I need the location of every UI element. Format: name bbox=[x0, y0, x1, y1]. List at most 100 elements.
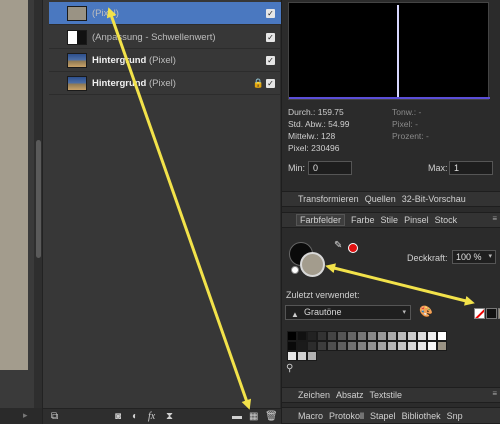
color-swatch[interactable] bbox=[367, 341, 377, 351]
tab-snp[interactable]: Snp bbox=[447, 411, 463, 421]
color-swatch[interactable] bbox=[437, 331, 447, 341]
color-swatch[interactable] bbox=[347, 341, 357, 351]
color-swatch[interactable] bbox=[307, 341, 317, 351]
color-swatch[interactable] bbox=[377, 341, 387, 351]
tab-stapel[interactable]: Stapel bbox=[370, 411, 396, 421]
color-swatch[interactable] bbox=[437, 341, 447, 351]
tab-absatz[interactable]: Absatz bbox=[336, 390, 364, 400]
palette-icon[interactable]: 🎨 bbox=[419, 305, 433, 318]
color-swatch[interactable] bbox=[297, 351, 307, 361]
color-swatch[interactable] bbox=[297, 331, 307, 341]
tab-32bit-vorschau[interactable]: 32-Bit-Vorschau bbox=[402, 194, 466, 204]
layer-visibility-checkbox[interactable]: ✓ bbox=[266, 32, 275, 42]
color-swatch[interactable] bbox=[317, 331, 327, 341]
color-swatch[interactable] bbox=[417, 331, 427, 341]
tab-stile[interactable]: Stile bbox=[381, 215, 399, 225]
canvas-scroll-thumb[interactable] bbox=[36, 140, 41, 258]
canvas-area[interactable]: ▸ bbox=[0, 0, 42, 424]
layer-settings-icon[interactable]: ⧉ bbox=[51, 411, 58, 423]
tab-stock[interactable]: Stock bbox=[435, 215, 458, 225]
color-swatch[interactable] bbox=[377, 331, 387, 341]
folder-icon[interactable]: ▬ bbox=[232, 411, 242, 423]
panel-menu-icon[interactable]: ≡ bbox=[492, 389, 497, 398]
lock-icon[interactable]: 🔒 bbox=[253, 78, 264, 89]
recent-colors-label: Zuletzt verwendet: bbox=[286, 290, 360, 300]
color-swatch[interactable] bbox=[297, 341, 307, 351]
fx-icon[interactable]: fx bbox=[148, 411, 155, 423]
layer-visibility-checkbox[interactable]: ✓ bbox=[266, 55, 275, 65]
color-swatch[interactable] bbox=[397, 331, 407, 341]
stat-median: Mittelw.: 128 bbox=[288, 131, 336, 141]
color-swatch[interactable] bbox=[417, 341, 427, 351]
layer-visibility-checkbox[interactable]: ✓ bbox=[266, 78, 275, 88]
color-swatch[interactable] bbox=[337, 341, 347, 351]
tab-bibliothek[interactable]: Bibliothek bbox=[402, 411, 441, 421]
histogram-spike bbox=[397, 5, 399, 99]
color-swatch[interactable] bbox=[357, 331, 367, 341]
live-filter-icon[interactable]: ⧗ bbox=[166, 411, 173, 423]
layer-visibility-checkbox[interactable]: ✓ bbox=[266, 8, 275, 18]
color-swatch[interactable] bbox=[327, 341, 337, 351]
color-swatch[interactable] bbox=[347, 331, 357, 341]
color-swatch[interactable] bbox=[327, 331, 337, 341]
adjustment-icon[interactable]: ◐ bbox=[132, 411, 138, 423]
tab-pinsel[interactable]: Pinsel bbox=[404, 215, 429, 225]
canvas-image[interactable] bbox=[0, 0, 28, 370]
color-swatch[interactable] bbox=[387, 331, 397, 341]
color-swatch[interactable] bbox=[427, 341, 437, 351]
mask-icon[interactable]: ◙ bbox=[115, 411, 121, 423]
color-swatch[interactable] bbox=[387, 341, 397, 351]
max-input[interactable]: 1 bbox=[449, 161, 493, 175]
recent-swatch-none[interactable] bbox=[474, 308, 485, 319]
color-swatch[interactable] bbox=[307, 351, 317, 361]
color-swatch[interactable] bbox=[337, 331, 347, 341]
stat-mean: Durch.: 159.75 bbox=[288, 107, 344, 117]
palette-select[interactable]: ▲ Grautöne ▾ bbox=[285, 305, 411, 320]
pipette-color-swatch[interactable] bbox=[348, 243, 358, 253]
zoom-icon[interactable]: ⚲ bbox=[286, 363, 293, 374]
canvas-horizontal-scrollbar[interactable] bbox=[0, 408, 42, 424]
color-swatch[interactable] bbox=[357, 341, 367, 351]
layer-row[interactable]: Hintergrund (Pixel) ✓ bbox=[49, 49, 281, 72]
color-swatch[interactable] bbox=[307, 331, 317, 341]
panel-menu-icon[interactable]: ≡ bbox=[492, 214, 497, 223]
tab-transformieren[interactable]: Transformieren bbox=[298, 194, 359, 204]
opacity-field[interactable]: 100 % ▾ bbox=[452, 250, 496, 264]
tab-protokoll[interactable]: Protokoll bbox=[329, 411, 364, 421]
layer-thumbnail[interactable] bbox=[67, 75, 87, 91]
add-layer-icon[interactable]: ▦ bbox=[249, 411, 258, 423]
min-input[interactable]: 0 bbox=[308, 161, 352, 175]
tab-textstile[interactable]: Textstile bbox=[370, 390, 403, 400]
layer-name[interactable]: Hintergrund (Pixel) bbox=[92, 78, 176, 89]
chevron-down-icon[interactable]: ▾ bbox=[488, 251, 492, 263]
color-swatch[interactable] bbox=[407, 341, 417, 351]
scroll-right-icon[interactable]: ▸ bbox=[23, 410, 28, 421]
layer-thumbnail[interactable] bbox=[67, 5, 87, 21]
tab-macro[interactable]: Macro bbox=[298, 411, 323, 421]
layer-row[interactable]: Hintergrund (Pixel) 🔒 ✓ bbox=[49, 72, 281, 95]
color-swatch[interactable] bbox=[427, 331, 437, 341]
stroke-color-well[interactable] bbox=[300, 252, 325, 277]
layer-name[interactable]: Hintergrund (Pixel) bbox=[92, 55, 176, 66]
color-swatch[interactable] bbox=[367, 331, 377, 341]
layer-row[interactable]: (Pixel) ✓ bbox=[49, 2, 281, 25]
color-swatch[interactable] bbox=[287, 341, 297, 351]
pipette-icon[interactable]: ✎ bbox=[334, 240, 342, 251]
color-swatch[interactable] bbox=[397, 341, 407, 351]
layer-name[interactable]: (Anpassung - Schwellenwert) bbox=[92, 32, 216, 43]
layer-thumbnail[interactable] bbox=[67, 29, 87, 45]
color-swatch[interactable] bbox=[317, 341, 327, 351]
no-fill-icon[interactable] bbox=[291, 266, 299, 274]
trash-icon[interactable]: 🗑 bbox=[265, 411, 278, 423]
tab-zeichen[interactable]: Zeichen bbox=[298, 390, 330, 400]
layer-thumbnail[interactable] bbox=[67, 52, 87, 68]
color-swatch[interactable] bbox=[287, 351, 297, 361]
color-swatch[interactable] bbox=[407, 331, 417, 341]
tab-farbfelder[interactable]: Farbfelder bbox=[296, 214, 346, 226]
layer-row[interactable]: (Anpassung - Schwellenwert) ✓ bbox=[49, 26, 281, 49]
tab-farbe[interactable]: Farbe bbox=[351, 215, 375, 225]
tab-quellen[interactable]: Quellen bbox=[365, 194, 396, 204]
color-swatch[interactable] bbox=[287, 331, 297, 341]
recent-swatch[interactable] bbox=[486, 308, 497, 319]
layer-name[interactable]: (Pixel) bbox=[92, 8, 119, 19]
